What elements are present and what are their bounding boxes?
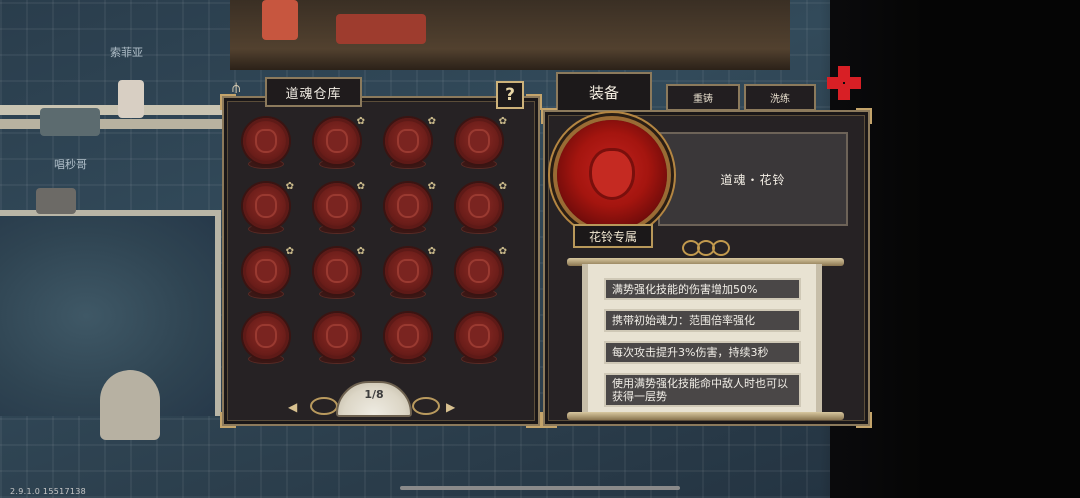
- soul-mask-icon: [468, 259, 490, 283]
- npc-name-label: 索菲亚: [110, 46, 143, 59]
- swirl-ornament: [412, 397, 440, 415]
- effect-line: 每次攻击提升3%伤害，持续3秒: [604, 341, 801, 364]
- soul-orb-icon: [314, 313, 360, 359]
- star-mark-icon: ✿: [356, 116, 365, 127]
- soul-mask-icon: [397, 194, 419, 218]
- soul-name: 道魂・花铃: [720, 172, 786, 187]
- equipped-soul-orb[interactable]: [557, 120, 667, 230]
- npc-sprite: [40, 108, 100, 136]
- soul-slot[interactable]: [382, 313, 434, 369]
- soul-orb-icon: [385, 118, 431, 164]
- star-mark-icon: ✿: [498, 246, 507, 257]
- next-page-button[interactable]: ▶: [446, 400, 455, 414]
- star-mark-icon: ✿: [285, 181, 294, 192]
- soul-mask-icon: [255, 259, 277, 283]
- soul-orb-icon: [385, 313, 431, 359]
- npc-sprite: [336, 14, 426, 44]
- soul-slot[interactable]: [453, 313, 505, 369]
- soul-slot[interactable]: ✿: [382, 246, 436, 304]
- version-text: 2.9.1.0 15517138: [10, 487, 87, 496]
- soul-grid: ✿ ✿ ✿ ✿ ✿ ✿ ✿ ✿ ✿ ✿ ✿: [240, 116, 524, 378]
- effect-line: 满势强化技能的伤害增加50%: [604, 278, 801, 300]
- soul-slot[interactable]: [240, 313, 292, 369]
- tab-equip[interactable]: 装备: [556, 72, 652, 110]
- effect-line: 携带初始魂力：范围倍率强化: [604, 309, 801, 332]
- soul-mask-icon: [397, 129, 419, 153]
- star-mark-icon: ✿: [427, 246, 436, 257]
- soul-orb-icon: [456, 248, 502, 294]
- scroll-rod-bottom: [567, 412, 844, 420]
- soul-mask-icon: [326, 194, 348, 218]
- close-pinwheel-icon[interactable]: [827, 66, 862, 100]
- soul-mask-icon: [397, 324, 419, 348]
- tuning-fork-icon: ⫛: [232, 80, 241, 96]
- exclusive-tag: 花铃专属: [573, 224, 653, 248]
- star-mark-icon: ✿: [285, 246, 294, 257]
- soul-mask-icon: [468, 129, 490, 153]
- soul-orb-icon: [385, 183, 431, 229]
- soul-name-box: 道魂・花铃: [658, 132, 848, 226]
- building-roof: [230, 0, 790, 70]
- soul-slot[interactable]: ✿: [311, 246, 365, 304]
- cat-sprite: [36, 188, 76, 214]
- lantern-sprite: [100, 370, 160, 440]
- star-mark-icon: ✿: [498, 116, 507, 127]
- soul-slot[interactable]: ✿: [240, 181, 294, 239]
- soul-orb-icon: [243, 118, 289, 164]
- soul-slot[interactable]: ✿: [311, 116, 365, 174]
- soul-orb-icon: [456, 313, 502, 359]
- npc-sprite: [118, 80, 144, 118]
- page-indicator: 1/8: [364, 388, 384, 401]
- soul-slot[interactable]: ✿: [382, 116, 436, 174]
- star-mark-icon: ✿: [356, 181, 365, 192]
- prev-page-button[interactable]: ◀: [288, 400, 297, 414]
- soul-mask-icon: [468, 324, 490, 348]
- star-mark-icon: ✿: [356, 246, 365, 257]
- star-mark-icon: ✿: [427, 181, 436, 192]
- soul-mask-icon: [255, 129, 277, 153]
- soul-slot[interactable]: ✿: [311, 181, 365, 239]
- soul-orb-icon: [385, 248, 431, 294]
- soul-mask-icon: [255, 194, 277, 218]
- tab-recast[interactable]: 重铸: [666, 84, 740, 111]
- soul-slot[interactable]: [240, 118, 292, 174]
- warehouse-title-plate: 道魂仓库: [265, 77, 362, 107]
- soul-slot[interactable]: ✿: [453, 246, 507, 304]
- courtyard-wall: [0, 105, 230, 115]
- soul-orb-icon: [314, 183, 360, 229]
- soul-mask-icon: [397, 259, 419, 283]
- fox-mask-icon: [589, 148, 635, 200]
- soul-slot[interactable]: ✿: [240, 246, 294, 304]
- soul-orb-icon: [314, 248, 360, 294]
- soul-mask-icon: [326, 129, 348, 153]
- soul-slot[interactable]: ✿: [453, 116, 507, 174]
- soul-orb-icon: [456, 118, 502, 164]
- warehouse-title: 道魂仓库: [285, 86, 342, 102]
- soul-mask-icon: [326, 259, 348, 283]
- star-mark-icon: ✿: [498, 181, 507, 192]
- soul-orb-icon: [456, 183, 502, 229]
- soul-slot[interactable]: ✿: [382, 181, 436, 239]
- soul-slot[interactable]: [311, 313, 363, 369]
- soul-orb-icon: [314, 118, 360, 164]
- effect-line: 使用满势强化技能命中敌人时也可以获得一层势: [604, 373, 801, 407]
- tab-refine[interactable]: 洗练: [744, 84, 816, 111]
- npc-sprite: [262, 0, 298, 40]
- npc-name-label: 唱秒哥: [54, 158, 87, 171]
- soul-orb-icon: [243, 313, 289, 359]
- soul-orb-icon: [243, 183, 289, 229]
- home-indicator[interactable]: [400, 486, 680, 490]
- gold-ornament: [680, 238, 730, 256]
- soul-mask-icon: [326, 324, 348, 348]
- swirl-ornament: [310, 397, 338, 415]
- soul-slot[interactable]: ✿: [453, 181, 507, 239]
- soul-mask-icon: [255, 324, 277, 348]
- soul-orb-icon: [243, 248, 289, 294]
- star-mark-icon: ✿: [427, 116, 436, 127]
- help-button[interactable]: ?: [496, 81, 524, 109]
- soul-mask-icon: [468, 194, 490, 218]
